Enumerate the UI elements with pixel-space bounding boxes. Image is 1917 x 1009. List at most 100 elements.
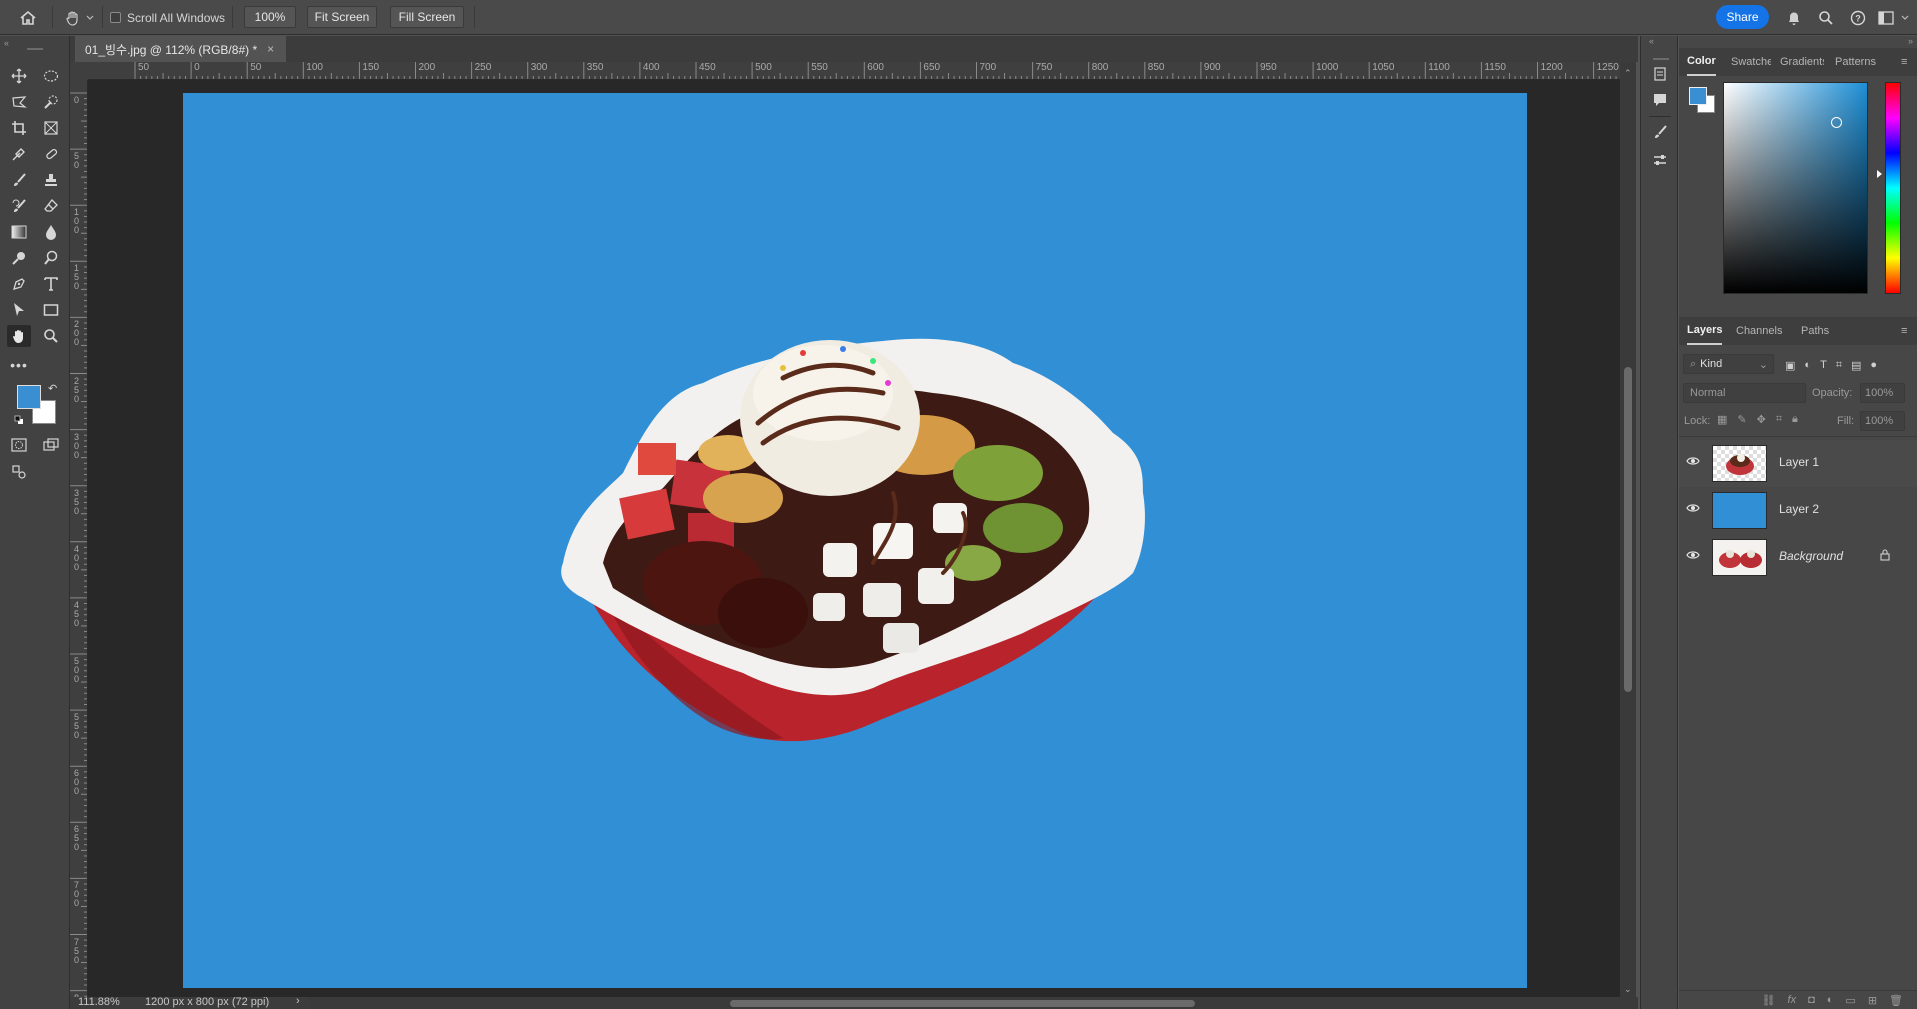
brush-settings-icon[interactable] (1652, 124, 1668, 143)
document-tab[interactable]: 01_빙수.jpg @ 112% (RGB/8#) * × (75, 36, 286, 62)
new-layer-icon[interactable]: ⊞ (1868, 994, 1877, 1007)
filter-adjustment-icon[interactable]: ◐ (1804, 359, 1811, 371)
type-tool-icon[interactable] (39, 273, 63, 295)
path-selection-icon[interactable] (7, 299, 31, 321)
layer-row[interactable]: Layer 2 (1679, 487, 1917, 534)
vertical-scroll-thumb[interactable] (1624, 367, 1632, 692)
search-icon[interactable] (1816, 0, 1836, 35)
hue-slider-handle[interactable] (1877, 170, 1882, 178)
tab-swatches[interactable]: Swatches (1731, 48, 1771, 76)
eraser-icon[interactable] (39, 195, 63, 217)
document-canvas[interactable] (183, 93, 1527, 988)
scroll-all-windows-checkbox[interactable]: Scroll All Windows (110, 0, 225, 35)
history-icon[interactable] (1652, 66, 1668, 85)
lock-artboard-icon[interactable]: ⌗ (1776, 413, 1782, 426)
frame-tool-icon[interactable] (39, 117, 63, 139)
panel-menu-icon[interactable]: ≡ (1901, 48, 1907, 76)
comments-icon[interactable] (1652, 92, 1668, 111)
status-zoom[interactable]: 111.88% (78, 997, 120, 1008)
delete-layer-icon[interactable]: 🗑︎ (1889, 994, 1903, 1007)
checkbox-box[interactable] (110, 12, 121, 23)
help-icon[interactable]: ? (1848, 0, 1868, 35)
tab-channels[interactable]: Channels (1736, 317, 1782, 345)
lasso-tool-icon[interactable] (7, 91, 31, 113)
strip-grip[interactable] (1653, 58, 1669, 60)
horizontal-scroll-thumb[interactable] (730, 1000, 1195, 1007)
eyedropper-icon[interactable] (7, 143, 31, 165)
tab-color[interactable]: Color (1687, 48, 1716, 76)
filter-toggle-icon[interactable]: ● (1870, 359, 1877, 371)
panel-menu-icon[interactable]: ≡ (1901, 317, 1907, 345)
layer-effects-icon[interactable]: fx (1788, 994, 1797, 1006)
workspace-icon[interactable] (1876, 0, 1896, 35)
move-tool-icon[interactable] (7, 65, 31, 87)
sponge-tool-icon[interactable] (39, 247, 63, 269)
tab-paths[interactable]: Paths (1801, 317, 1829, 345)
hand-tool-icon[interactable] (7, 325, 31, 347)
collapse-icon[interactable]: » (1908, 36, 1913, 46)
zoom-tool-icon[interactable] (39, 325, 63, 347)
tab-gradients[interactable]: Gradients (1780, 48, 1824, 76)
chevron-down-icon[interactable] (1899, 0, 1911, 35)
scroll-down-icon[interactable]: ⌄ (1624, 984, 1632, 995)
layer-thumbnail[interactable] (1712, 539, 1767, 576)
chevron-right-icon[interactable]: › (296, 997, 300, 1007)
close-icon[interactable]: × (267, 42, 274, 56)
layer-thumbnail[interactable] (1712, 445, 1767, 482)
share-button[interactable]: Share (1716, 5, 1769, 29)
tab-patterns[interactable]: Patterns (1835, 48, 1876, 76)
history-brush-icon[interactable] (7, 195, 31, 217)
crop-tool-icon[interactable] (7, 117, 31, 139)
adjustment-layer-icon[interactable]: ◐ (1827, 994, 1834, 1006)
elliptical-marquee-icon[interactable] (39, 65, 63, 87)
fill-input[interactable]: 100% (1860, 411, 1905, 431)
opacity-input[interactable]: 100% (1860, 383, 1905, 403)
layer-name[interactable]: Background (1779, 549, 1843, 563)
fit-screen-button[interactable]: Fit Screen (307, 6, 377, 28)
home-icon[interactable] (16, 0, 40, 35)
filter-pixel-icon[interactable]: ▣ (1785, 359, 1795, 372)
link-layers-icon[interactable]: ⛓ (1762, 994, 1776, 1007)
color-foreground-swatch[interactable] (1689, 87, 1707, 105)
blend-mode-select[interactable]: Normal (1683, 383, 1806, 403)
color-picker-field[interactable] (1723, 82, 1868, 294)
foreground-color-swatch[interactable] (17, 385, 41, 409)
lock-icon[interactable] (1880, 549, 1890, 564)
quick-mask-icon[interactable] (7, 434, 31, 456)
collapse-icon[interactable]: « (1649, 36, 1654, 46)
color-picker-cursor[interactable] (1831, 117, 1842, 128)
layer-row[interactable]: Background (1679, 534, 1917, 581)
filter-shape-icon[interactable]: ⌗ (1836, 359, 1842, 372)
layer-thumbnail[interactable] (1712, 492, 1767, 529)
toolbar-grip[interactable] (27, 48, 43, 50)
gradient-tool-icon[interactable] (7, 221, 31, 243)
lock-transparent-icon[interactable]: ▦ (1717, 413, 1727, 426)
hand-tool-icon[interactable] (62, 0, 84, 35)
quick-selection-icon[interactable] (39, 91, 63, 113)
visibility-eye-icon[interactable] (1686, 455, 1700, 469)
chevron-down-icon[interactable] (85, 0, 95, 35)
rectangle-tool-icon[interactable] (39, 299, 63, 321)
zoom-100-button[interactable]: 100% (244, 6, 296, 28)
clone-stamp-icon[interactable] (39, 169, 63, 191)
lock-pixels-icon[interactable]: ✎ (1737, 413, 1746, 426)
collapse-icon[interactable]: « (4, 38, 9, 48)
new-group-icon[interactable]: ▭ (1845, 994, 1855, 1007)
edit-toolbar-icon[interactable] (7, 461, 31, 483)
layer-row[interactable]: Layer 1 (1679, 440, 1917, 487)
screen-mode-icon[interactable] (39, 434, 63, 456)
tab-layers[interactable]: Layers (1687, 317, 1723, 345)
adjustments-icon[interactable] (1652, 152, 1668, 171)
swap-colors-icon[interactable]: ↶ (48, 382, 57, 395)
healing-brush-icon[interactable] (39, 143, 63, 165)
fill-screen-button[interactable]: Fill Screen (390, 6, 464, 28)
layer-name[interactable]: Layer 1 (1779, 455, 1819, 469)
layer-filter-select[interactable]: ⌕ Kind ⌄ (1683, 354, 1774, 374)
scroll-up-icon[interactable]: ⌃ (1624, 68, 1632, 79)
dodge-tool-icon[interactable] (7, 247, 31, 269)
filter-type-icon[interactable]: T (1820, 359, 1827, 371)
blur-tool-icon[interactable] (39, 221, 63, 243)
default-colors-icon[interactable] (14, 414, 24, 424)
brush-tool-icon[interactable] (7, 169, 31, 191)
bell-icon[interactable] (1784, 0, 1804, 35)
